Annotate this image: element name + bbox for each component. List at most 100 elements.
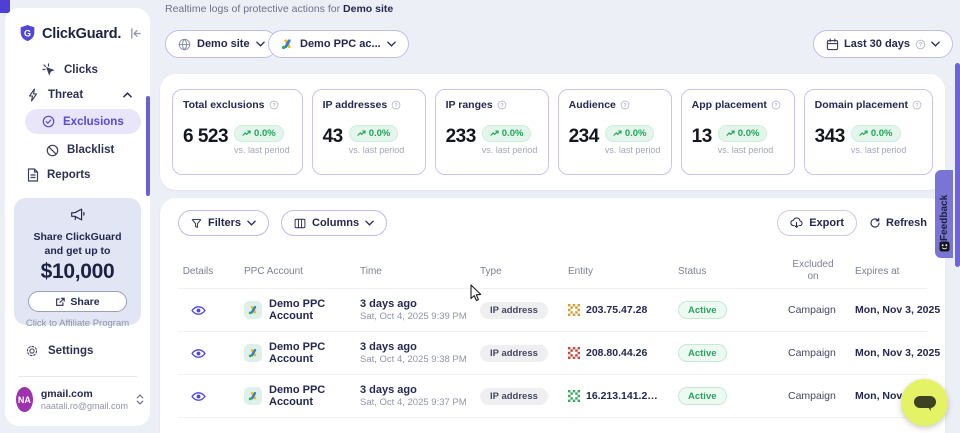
stat-caption: vs. last period	[482, 145, 538, 155]
page-scrollbar[interactable]	[955, 63, 960, 267]
help-circle-icon[interactable]: ?	[912, 100, 922, 110]
account-filter-value: Demo PPC ac...	[300, 38, 381, 50]
stat-delta: 0.0%	[871, 128, 893, 139]
time-full: Sat, Oct 4, 2025 9:38 PM	[360, 354, 467, 365]
sidebar-item-label: Clicks	[64, 64, 98, 76]
chevron-down-icon	[365, 220, 374, 226]
stat-title: IP addresses	[323, 99, 388, 111]
stat-title: IP ranges	[446, 99, 493, 111]
chevron-updown-icon	[136, 394, 144, 405]
col-header-details[interactable]: Details	[178, 266, 244, 277]
sidebar-item-label: Blacklist	[67, 144, 114, 156]
refresh-button[interactable]: Refresh	[869, 217, 927, 229]
stat-card-total-exclusions: Total exclusions ? 6 523 0.0% vs. last p…	[172, 89, 303, 175]
col-header-entity[interactable]: Entity	[568, 266, 678, 277]
col-header-type[interactable]: Type	[480, 266, 568, 277]
stat-delta: 0.0%	[502, 128, 524, 139]
table-row[interactable]: Demo PPC Account 3 days agoSat, Oct 4, 2…	[178, 374, 927, 417]
sidebar-item-blacklist[interactable]: Blacklist	[46, 139, 140, 161]
stat-caption: vs. last period	[234, 145, 290, 155]
entity-value: 16.213.141.2…	[586, 390, 658, 402]
export-button[interactable]: Export	[777, 210, 857, 236]
svg-text:?: ?	[395, 103, 398, 109]
columns-button[interactable]: Columns	[281, 210, 387, 236]
stat-value: 43	[323, 127, 343, 146]
sidebar-scrollbar[interactable]	[146, 96, 150, 196]
col-header-expires-at[interactable]: Expires at	[855, 266, 927, 277]
col-header-status[interactable]: Status	[678, 266, 788, 277]
stat-caption: vs. last period	[349, 145, 405, 155]
chat-launcher-button[interactable]	[901, 379, 948, 426]
stat-value: 6 523	[183, 127, 228, 146]
view-details-eye-icon[interactable]	[191, 348, 206, 359]
col-header-ppc-account[interactable]: PPC Account	[244, 266, 360, 277]
share-button[interactable]: Share	[28, 291, 127, 312]
stat-delta: 0.0%	[738, 128, 760, 139]
avatar: NA	[16, 387, 33, 412]
sidebar-item-threat[interactable]: Threat	[27, 84, 132, 106]
stat-caption: vs. last period	[718, 145, 774, 155]
sidebar-item-settings[interactable]: Settings	[25, 344, 93, 358]
sidebar-item-clicks[interactable]: Clicks	[42, 59, 140, 81]
affiliate-promo-card[interactable]: Share ClickGuard and get up to $10,000 S…	[14, 198, 141, 325]
status-badge: Active	[678, 301, 727, 319]
refresh-icon	[869, 217, 881, 229]
ppc-account-name: Demo PPC Account	[269, 384, 360, 408]
sidebar-collapse-icon[interactable]	[129, 27, 142, 40]
view-details-eye-icon[interactable]	[191, 305, 206, 316]
affiliate-link[interactable]: Click to Affiliate Program	[14, 318, 141, 329]
help-circle-icon[interactable]: ?	[269, 100, 279, 110]
sidebar-item-reports[interactable]: Reports	[27, 164, 140, 186]
svg-text:?: ?	[915, 103, 918, 109]
feedback-tab[interactable]: Feedback	[935, 170, 953, 258]
svg-text:?: ?	[272, 103, 275, 109]
feedback-smiley-icon	[939, 241, 950, 252]
time-relative: 3 days ago	[360, 298, 417, 310]
table-row-partial[interactable]: 3 days ago	[178, 417, 927, 433]
sidebar-item-exclusions[interactable]: Exclusions	[25, 109, 141, 134]
stat-value: 233	[446, 127, 476, 146]
export-label: Export	[809, 217, 844, 229]
table-row[interactable]: Demo PPC Account 3 days agoSat, Oct 4, 2…	[178, 331, 927, 374]
stat-value: 13	[692, 127, 712, 146]
document-icon	[27, 168, 39, 182]
svg-text:?: ?	[774, 103, 777, 109]
chevron-down-icon	[931, 41, 940, 47]
help-circle-icon[interactable]: ?	[620, 100, 630, 110]
promo-amount: $10,000	[14, 260, 141, 284]
share-button-label: Share	[70, 296, 99, 308]
svg-text:?: ?	[919, 42, 923, 48]
view-details-eye-icon[interactable]	[191, 391, 206, 402]
refresh-label: Refresh	[886, 217, 927, 229]
time-full: Sat, Oct 4, 2025 9:37 PM	[360, 397, 467, 408]
ppc-account-name: Demo PPC Account	[269, 298, 360, 322]
type-badge: IP address	[480, 388, 548, 405]
stat-delta: 0.0%	[369, 128, 391, 139]
calendar-icon	[826, 38, 839, 51]
stat-delta: 0.0%	[625, 128, 647, 139]
trend-up-icon	[859, 130, 868, 137]
stat-card-domain-placement: Domain placement ? 343 0.0% vs. last per…	[804, 89, 933, 175]
account-switcher[interactable]: NA gmail.com naatali.ro@gmail.com	[16, 387, 144, 412]
help-circle-icon[interactable]: ?	[391, 100, 401, 110]
clickguard-logo-icon: G	[18, 24, 37, 43]
page-subtitle: Realtime logs of protective actions for …	[165, 3, 393, 15]
filters-button[interactable]: Filters	[178, 210, 269, 236]
help-circle-icon[interactable]: ?	[771, 100, 781, 110]
filters-label: Filters	[208, 217, 241, 229]
help-circle-icon[interactable]: ?	[497, 100, 507, 110]
site-filter-value: Demo site	[197, 38, 250, 50]
user-name: gmail.com	[41, 388, 128, 400]
col-header-time[interactable]: Time	[360, 266, 480, 277]
stat-title: App placement	[692, 99, 767, 111]
external-link-icon	[55, 297, 65, 307]
table-row[interactable]: Demo PPC Account 3 days agoSat, Oct 4, 2…	[178, 288, 927, 331]
entity-value: 208.80.44.26	[586, 347, 647, 359]
stat-card-ip-ranges: IP ranges ? 233 0.0% vs. last period	[435, 89, 549, 175]
account-filter-dropdown[interactable]: Demo PPC ac...	[268, 30, 409, 58]
date-range-dropdown[interactable]: Last 30 days ?	[813, 30, 953, 58]
mouse-cursor	[470, 284, 483, 303]
col-header-excluded-on[interactable]: Excluded on	[788, 259, 844, 284]
trend-up-icon	[613, 130, 622, 137]
site-filter-dropdown[interactable]: Demo site	[165, 30, 278, 58]
